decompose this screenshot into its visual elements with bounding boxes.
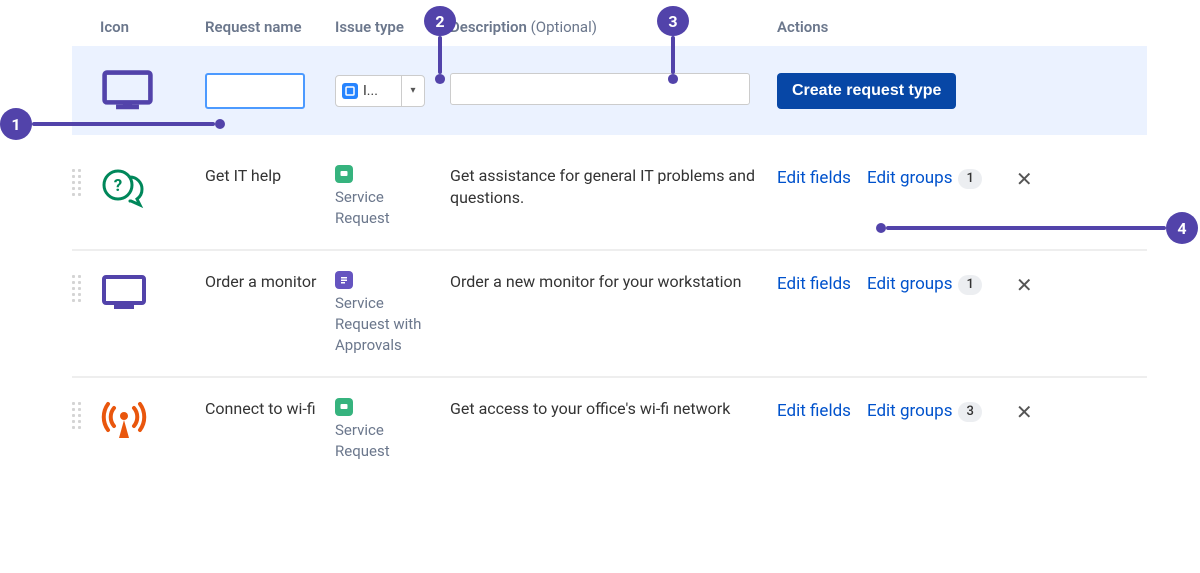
- monitor-icon: [100, 271, 205, 356]
- delete-row-button[interactable]: ✕: [1012, 271, 1037, 299]
- header-description: Description (Optional): [450, 18, 777, 36]
- issue-type-mini-icon: [342, 83, 358, 99]
- create-request-type-button[interactable]: Create request type: [777, 73, 956, 109]
- create-row-icon-preview[interactable]: [100, 68, 155, 113]
- table-header-row: Icon Request name Issue type Description…: [72, 18, 1147, 46]
- issue-type-text: Service Request: [335, 420, 440, 462]
- delete-row-button[interactable]: ✕: [1012, 398, 1037, 426]
- annotation-1: 1: [0, 108, 225, 140]
- issue-type-select[interactable]: I... ▾: [335, 75, 425, 107]
- issue-type-badge-icon: [335, 271, 353, 289]
- annotation-bubble-3: 3: [657, 6, 689, 36]
- header-description-note: (Optional): [531, 18, 597, 36]
- monitor-icon: [100, 68, 155, 114]
- annotation-bubble-2: 2: [424, 6, 456, 36]
- annotation-2: 2: [424, 6, 456, 84]
- drag-handle-icon[interactable]: [72, 275, 100, 302]
- group-count-badge: 1: [958, 275, 981, 295]
- header-actions: Actions: [777, 18, 1147, 36]
- table-row: Order a monitor Service Request with App…: [72, 251, 1147, 378]
- request-name-input[interactable]: [205, 73, 305, 109]
- annotation-3: 3: [657, 6, 689, 84]
- edit-fields-link[interactable]: Edit fields: [777, 273, 851, 297]
- request-name-cell: Get IT help: [205, 165, 335, 229]
- edit-groups-link[interactable]: Edit groups: [867, 167, 953, 191]
- annotation-bubble-1: 1: [0, 108, 32, 140]
- annotation-4: 4: [876, 212, 1200, 244]
- description-input[interactable]: [450, 73, 750, 105]
- help-chat-icon: ?: [100, 165, 205, 229]
- group-count-badge: 3: [958, 402, 981, 422]
- description-cell: Order a new monitor for your workstation: [450, 271, 777, 356]
- description-cell: Get assistance for general IT problems a…: [450, 165, 777, 229]
- issue-type-text: Service Request: [335, 187, 440, 229]
- header-description-label: Description: [450, 18, 527, 36]
- edit-fields-link[interactable]: Edit fields: [777, 167, 851, 191]
- issue-type-selected-label: I...: [363, 83, 378, 99]
- edit-groups-link[interactable]: Edit groups: [867, 273, 953, 297]
- request-name-cell: Order a monitor: [205, 271, 335, 356]
- chevron-down-icon: ▾: [402, 85, 424, 96]
- header-request-name: Request name: [205, 18, 335, 36]
- group-count-badge: 1: [958, 169, 981, 189]
- issue-type-badge-icon: [335, 165, 353, 183]
- issue-type-badge-icon: [335, 398, 353, 416]
- header-icon: Icon: [100, 18, 205, 36]
- delete-row-button[interactable]: ✕: [1012, 165, 1037, 193]
- create-request-row: I... ▾ Create request type: [72, 46, 1147, 135]
- edit-groups-link[interactable]: Edit groups: [867, 400, 953, 424]
- drag-handle-icon[interactable]: [72, 402, 100, 429]
- drag-handle-icon[interactable]: [72, 169, 100, 196]
- edit-fields-link[interactable]: Edit fields: [777, 400, 851, 424]
- wifi-antenna-icon: [100, 398, 205, 462]
- request-types-table: Icon Request name Issue type Description…: [72, 18, 1147, 482]
- issue-type-text: Service Request with Approvals: [335, 293, 440, 356]
- annotation-bubble-4: 4: [1166, 212, 1198, 244]
- request-name-cell: Connect to wi-fi: [205, 398, 335, 462]
- description-cell: Get access to your office's wi-fi networ…: [450, 398, 777, 462]
- svg-text:?: ?: [114, 176, 122, 196]
- table-row: Connect to wi-fi Service Request Get acc…: [72, 378, 1147, 482]
